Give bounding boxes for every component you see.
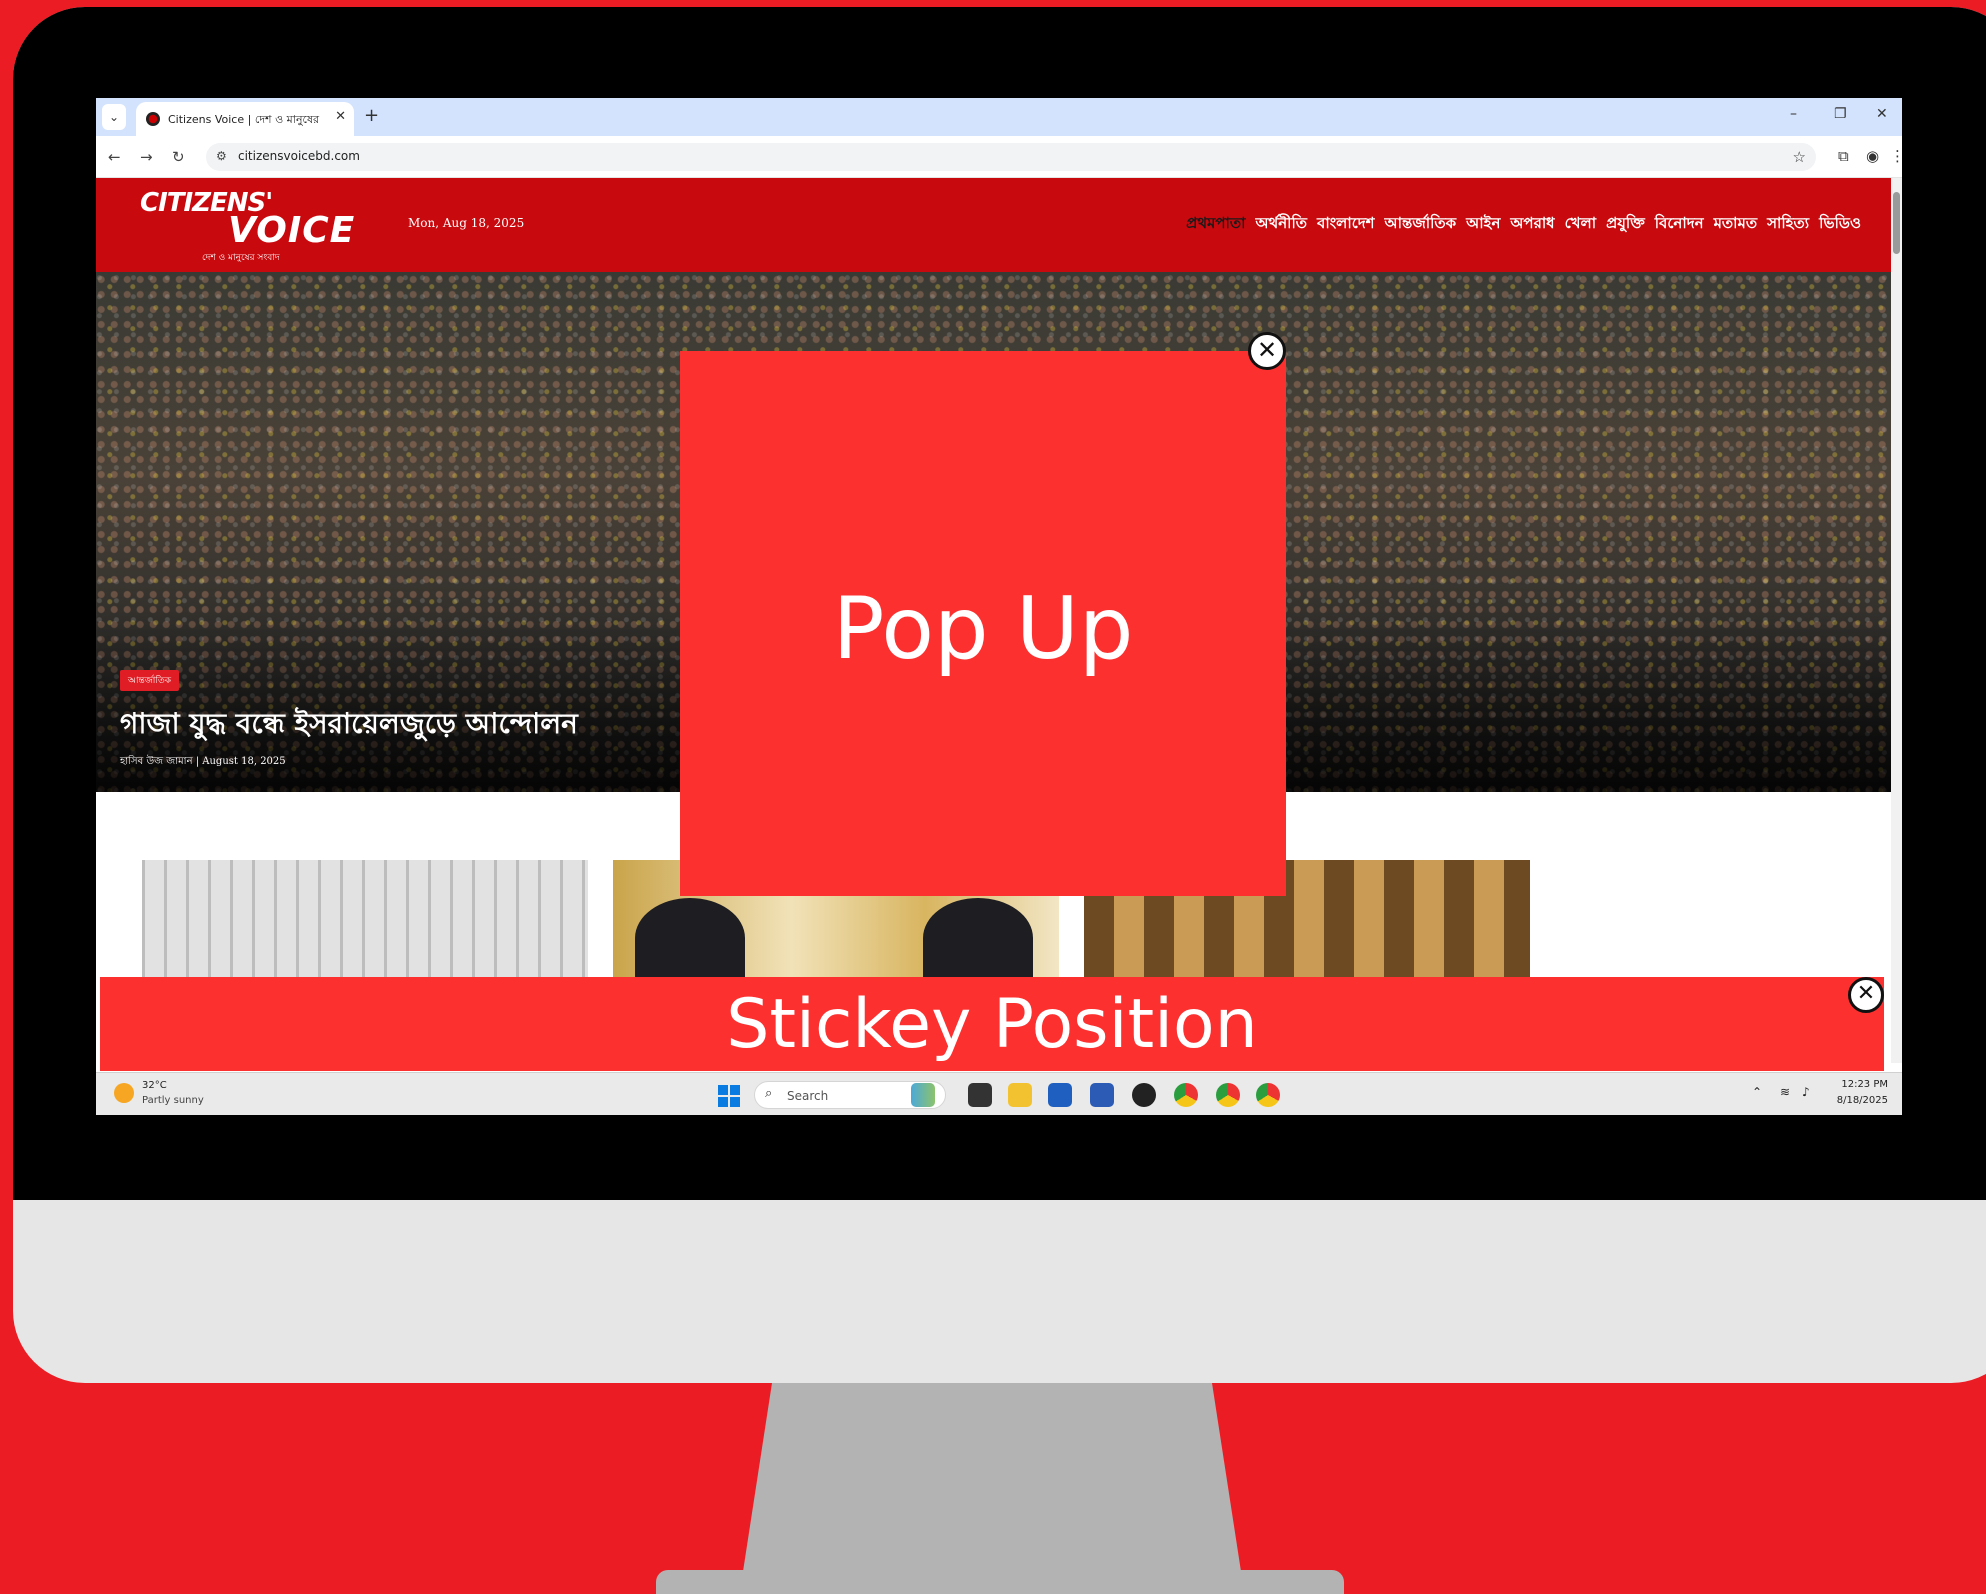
reload-button[interactable]: ↻	[172, 148, 185, 166]
hero-headline[interactable]: গাজা যুদ্ধ বন্ধে ইসরায়েলজুড়ে আন্দোলন	[120, 702, 578, 749]
header-date: Mon, Aug 18, 2025	[408, 216, 525, 230]
start-button[interactable]	[718, 1085, 740, 1107]
sticky-close-icon[interactable]: ✕	[1848, 977, 1884, 1013]
address-bar: ← → ↻ ⚙ citizensvoicebd.com ☆ ⧉ ◉ ⋮	[96, 136, 1902, 178]
nav-item-technology[interactable]: প্রযুক্তি	[1606, 212, 1645, 237]
url-text: citizensvoicebd.com	[238, 149, 360, 163]
search-placeholder: Search	[787, 1089, 829, 1103]
wifi-icon[interactable]: ≋	[1780, 1085, 1790, 1099]
browser-tab[interactable]: Citizens Voice | দেশ ও মানুষের সংবাদ ✕	[136, 102, 354, 136]
nav-item-sports[interactable]: খেলা	[1565, 212, 1596, 237]
main-nav: প্রথমপাতা অর্থনীতি বাংলাদেশ আন্তর্জাতিক …	[1186, 212, 1861, 237]
nav-item-law[interactable]: আইন	[1466, 212, 1500, 237]
person-figure	[923, 898, 1033, 978]
chrome-icon[interactable]	[1216, 1083, 1240, 1107]
menu-icon[interactable]: ⋮	[1890, 147, 1902, 165]
nav-item-crime[interactable]: অপরাধ	[1510, 212, 1554, 237]
store-icon[interactable]	[1048, 1083, 1072, 1107]
nav-item-opinion[interactable]: মতামত	[1714, 212, 1758, 237]
nav-item-video[interactable]: ভিডিও	[1819, 212, 1861, 237]
nav-item-bangladesh[interactable]: বাংলাদেশ	[1317, 212, 1374, 237]
site-logo[interactable]: CITIZENS' VOICE দেশ ও মানুষের সংবাদ	[140, 188, 360, 263]
widgets-icon[interactable]	[911, 1083, 935, 1107]
url-input[interactable]: ⚙ citizensvoicebd.com ☆	[206, 143, 1816, 171]
chrome-icon[interactable]	[1256, 1083, 1280, 1107]
back-button[interactable]: ←	[108, 148, 121, 166]
category-badge[interactable]: আন্তর্জাতিক	[120, 670, 179, 691]
chatgpt-icon[interactable]	[1132, 1083, 1156, 1107]
hero-meta: হাসিব উজ জামান | August 18, 2025	[120, 756, 286, 767]
tab-title: Citizens Voice | দেশ ও মানুষের সংবাদ	[168, 113, 320, 126]
popup-close-icon[interactable]: ✕	[1248, 332, 1286, 370]
weather-icon[interactable]	[114, 1083, 134, 1103]
windows-taskbar: 32°C Partly sunny ⌕ Search ⌃ ≋ ♪ 12:23 P…	[96, 1072, 1902, 1115]
monitor-stand-base	[656, 1570, 1344, 1594]
volume-icon[interactable]: ♪	[1802, 1085, 1810, 1099]
popup-banner[interactable]: Pop Up	[680, 351, 1286, 896]
monitor-stand	[742, 1383, 1242, 1578]
page-scrollbar[interactable]	[1891, 178, 1902, 1063]
favicon-icon	[146, 112, 160, 126]
person-figure	[635, 898, 745, 978]
window-close-button[interactable]: ✕	[1876, 106, 1888, 122]
task-view-icon[interactable]	[968, 1083, 992, 1107]
search-icon: ⌕	[765, 1086, 773, 1101]
forward-button[interactable]: →	[140, 148, 153, 166]
tab-search-button[interactable]: ⌄	[102, 104, 126, 130]
tray-chevron-icon[interactable]: ⌃	[1752, 1085, 1762, 1099]
restore-button[interactable]: ❐	[1834, 106, 1847, 122]
nav-item-home[interactable]: প্রথমপাতা	[1186, 212, 1245, 237]
news-card-image[interactable]	[142, 860, 588, 978]
clock-time[interactable]: 12:23 PM	[1841, 1079, 1888, 1090]
popup-text: Pop Up	[832, 579, 1134, 679]
site-info-icon[interactable]: ⚙	[216, 149, 227, 163]
file-explorer-icon[interactable]	[1008, 1083, 1032, 1107]
weather-description: Partly sunny	[142, 1095, 204, 1106]
nav-item-international[interactable]: আন্তর্জাতিক	[1384, 212, 1456, 237]
nav-item-economy[interactable]: অর্থনীতি	[1256, 212, 1308, 237]
sticky-banner[interactable]: Stickey Position	[100, 977, 1884, 1071]
minimize-button[interactable]: –	[1790, 106, 1797, 122]
sticky-text: Stickey Position	[726, 985, 1258, 1064]
clock-date[interactable]: 8/18/2025	[1837, 1095, 1888, 1106]
tab-close-icon[interactable]: ✕	[335, 109, 346, 124]
word-icon[interactable]	[1090, 1083, 1114, 1107]
screen: ⌄ Citizens Voice | দেশ ও মানুষের সংবাদ ✕…	[96, 98, 1902, 1115]
chrome-icon[interactable]	[1174, 1083, 1198, 1107]
profile-icon[interactable]: ◉	[1866, 147, 1879, 165]
site-header: CITIZENS' VOICE দেশ ও মানুষের সংবাদ Mon,…	[96, 178, 1891, 272]
scrollbar-thumb[interactable]	[1893, 192, 1900, 254]
weather-temperature: 32°C	[142, 1080, 167, 1091]
nav-item-entertainment[interactable]: বিনোদন	[1655, 212, 1704, 237]
new-tab-button[interactable]: +	[364, 105, 379, 126]
nav-item-literature[interactable]: সাহিত্য	[1767, 212, 1809, 237]
extensions-icon[interactable]: ⧉	[1838, 147, 1849, 165]
browser-tab-strip: ⌄ Citizens Voice | দেশ ও মানুষের সংবাদ ✕…	[96, 98, 1902, 136]
bookmark-star-icon[interactable]: ☆	[1793, 148, 1806, 166]
